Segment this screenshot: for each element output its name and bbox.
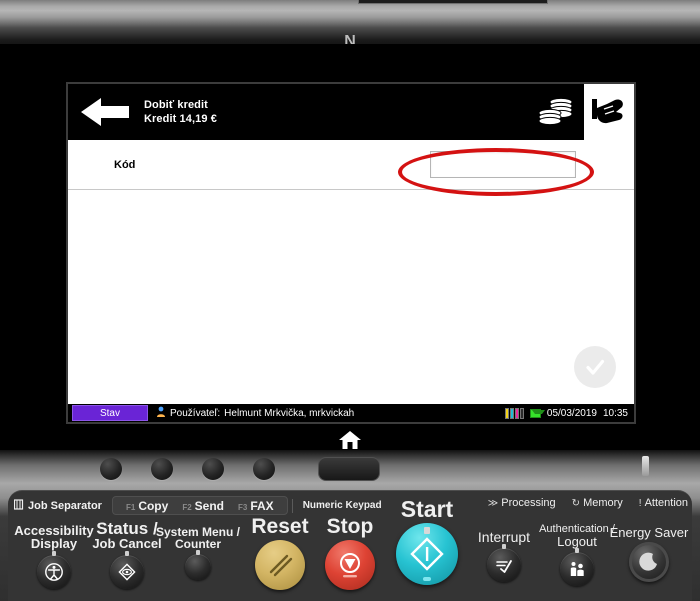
tab-copy-label: Copy [138, 498, 169, 513]
screen-status-bar: Stav Používateľ: Helmunt Mrkvička, mrkvi… [68, 404, 634, 422]
tab-send[interactable]: F2 Send [175, 499, 231, 513]
coin-stack-icon [530, 84, 582, 140]
attention-led [642, 456, 649, 476]
stop-icon[interactable] [325, 540, 375, 591]
indicator-attention-label: Attention [644, 497, 688, 509]
printer-control-panel-device: N Dobiť kredit Kredit 14,19 € Kód Stav P… [0, 0, 700, 601]
code-input[interactable] [430, 151, 576, 178]
top-bezel [0, 0, 700, 28]
top-slot [358, 0, 548, 4]
user-icon [156, 406, 166, 420]
indicator-attention: ! Attention [639, 497, 688, 509]
stop-button[interactable]: Stop [316, 515, 384, 591]
accessibility-display-button[interactable]: Accessibility Display [8, 524, 100, 589]
numeric-keypad-label[interactable]: Numeric Keypad [291, 498, 382, 513]
mail-icon [529, 408, 545, 418]
job-separator-icon [13, 498, 25, 513]
ok-check-button[interactable] [574, 346, 616, 388]
reset-label: Reset [251, 515, 309, 538]
indicator-memory: ↻ Memory [572, 497, 623, 509]
reset-slash-icon[interactable] [255, 540, 305, 591]
interrupt-icon[interactable] [487, 544, 521, 583]
status-time: 10:35 [602, 407, 628, 419]
quick-button-2[interactable] [151, 458, 173, 480]
job-separator-label-group[interactable]: Job Separator [13, 498, 112, 513]
tab-copy-key: F1 [125, 502, 136, 512]
toner-gauge [504, 407, 524, 419]
moon-icon[interactable] [629, 542, 669, 583]
system-menu-line2: Counter [175, 537, 221, 552]
interrupt-button[interactable]: Interrupt [468, 529, 540, 583]
indicator-processing: ≫ Processing [488, 497, 556, 509]
touch-screen[interactable]: Dobiť kredit Kredit 14,19 € Kód Stav Pou… [66, 82, 636, 424]
tab-fax[interactable]: F3 FAX [231, 499, 281, 513]
system-menu-icon[interactable] [185, 550, 211, 581]
memory-icon: ↻ [571, 497, 581, 509]
indicator-memory-label: Memory [583, 497, 623, 509]
code-row: Kód [68, 140, 634, 190]
start-label: Start [400, 496, 454, 522]
home-icon [338, 430, 362, 450]
start-diamond-icon[interactable] [396, 523, 458, 586]
stop-label: Stop [326, 515, 374, 538]
user-info: Používateľ: Helmunt Mrkvička, mrkvickah [156, 406, 354, 420]
quick-button-3[interactable] [202, 458, 224, 480]
page-title: Dobiť kredit [144, 99, 208, 111]
function-strip: Job Separator F1 Copy F2 Send F3 FAX Num… [13, 496, 382, 515]
status-eye-icon[interactable] [110, 550, 144, 589]
function-tabs: F1 Copy F2 Send F3 FAX [111, 496, 288, 515]
indicator-strip: ≫ Processing ↻ Memory ! Attention [488, 497, 688, 509]
user-name: Helmunt Mrkvička, mrkvickah [224, 407, 355, 419]
quick-button-4[interactable] [253, 458, 275, 480]
tab-send-key: F2 [182, 502, 192, 512]
start-button[interactable]: Start [392, 496, 462, 586]
screen-body [68, 190, 634, 400]
processing-icon: ≫ [487, 497, 499, 509]
attention-icon: ! [638, 497, 642, 509]
credit-balance: Kredit 14,19 € [144, 113, 217, 125]
energy-saver-label: Energy Saver [609, 525, 689, 540]
authentication-people-icon[interactable] [560, 548, 594, 587]
job-separator-label: Job Separator [28, 499, 102, 512]
accessibility-line1: Accessibility [14, 523, 94, 538]
accessibility-icon[interactable] [37, 550, 71, 589]
tab-send-label: Send [194, 498, 224, 513]
home-button[interactable] [318, 457, 380, 481]
quick-button-1[interactable] [100, 458, 122, 480]
interrupt-label: Interrupt [477, 529, 531, 545]
code-label: Kód [114, 158, 136, 171]
status-right-group: 05/03/2019 10:35 [504, 407, 634, 419]
header-text-group: Dobiť kredit Kredit 14,19 € [142, 98, 530, 126]
reset-button[interactable]: Reset [246, 515, 314, 591]
back-arrow-icon[interactable] [68, 84, 142, 140]
hand-card-reader-icon[interactable] [582, 84, 634, 140]
tab-fax-key: F3 [238, 502, 248, 512]
screen-header: Dobiť kredit Kredit 14,19 € [68, 84, 634, 140]
tab-copy[interactable]: F1 Copy [119, 499, 175, 513]
energy-saver-button[interactable]: Energy Saver [604, 525, 694, 583]
status-tab-button[interactable]: Stav [72, 405, 148, 421]
accessibility-line2: Display [30, 536, 78, 552]
system-menu-counter-button[interactable]: System Menu / Counter [155, 526, 241, 581]
status-date: 05/03/2019 [546, 407, 597, 419]
tab-fax-label: FAX [250, 498, 274, 513]
user-label: Používateľ: [170, 407, 221, 419]
indicator-processing-label: Processing [501, 497, 556, 509]
